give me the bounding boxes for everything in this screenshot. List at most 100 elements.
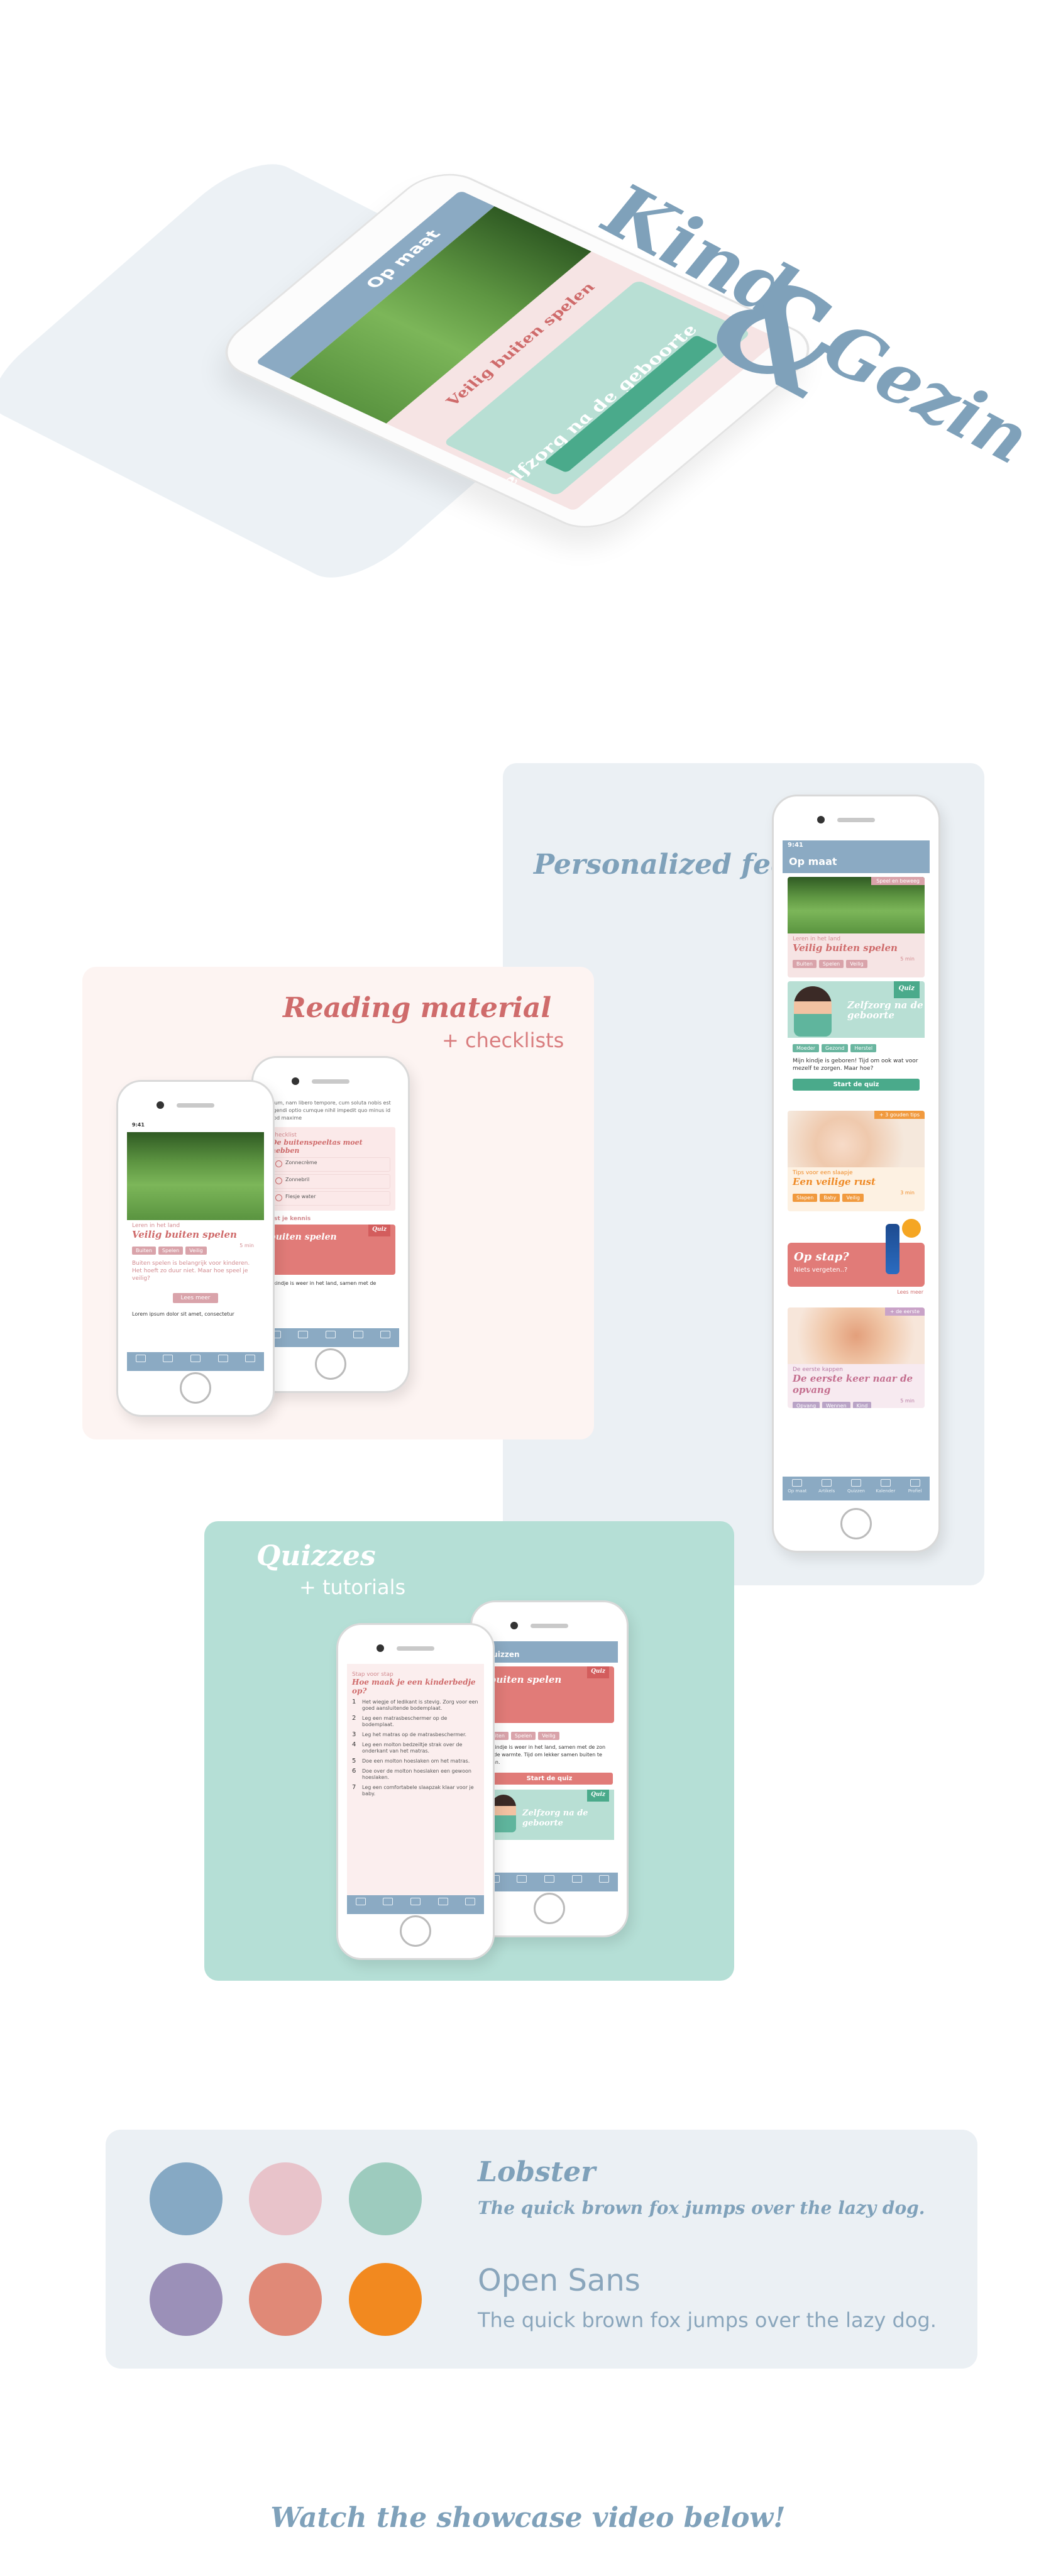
tag[interactable]: Kind [852,1402,872,1408]
start-quiz-button[interactable]: Start de quiz [486,1773,613,1785]
read-time: 5 min [900,1398,915,1404]
tab[interactable] [290,1328,317,1347]
quiz-card-selfcare[interactable]: Quiz Zelfzorg na de geboorte [485,1790,614,1840]
home-button [180,1372,211,1404]
promo-title: Op stap? [794,1250,849,1263]
card-title: Veilig buiten spelen [793,942,898,954]
tag[interactable]: Baby [820,1194,840,1202]
quiz-card-title: buiten spelen [270,1232,337,1242]
tab-profiel[interactable]: Profiel [900,1477,930,1500]
article-intro: Buiten spelen is belangrijk voor kindere… [132,1260,250,1282]
tab-quizzen[interactable]: Quizzen [842,1477,871,1500]
color-swatch-salmon [249,2263,322,2336]
read-more-button[interactable]: Lees meer [173,1293,218,1303]
tag[interactable]: Veilig [538,1732,559,1740]
status-time: 9:41 [127,1121,264,1132]
tab-op-maat[interactable]: Op maat [783,1477,812,1500]
reading-label: Reading material [283,992,552,1024]
tab[interactable] [344,1328,372,1347]
checklist-item[interactable]: Zonnecrème [271,1157,390,1172]
tab-bar: Op maat Artikels Quizzen Kalender Profie… [783,1477,930,1500]
tab[interactable] [155,1352,182,1371]
tab[interactable] [429,1895,457,1914]
quiz-card[interactable]: buiten spelen Quiz [266,1225,395,1275]
quiz-card[interactable]: buiten spelen Quiz [485,1666,614,1723]
tutorial-kicker: Stap voor stap [352,1671,393,1678]
tag[interactable]: Wennen [822,1402,850,1408]
tab[interactable] [375,1895,402,1914]
tag[interactable]: Buiten [793,960,817,968]
tag[interactable]: Slapen [793,1194,818,1202]
tab[interactable] [371,1328,399,1347]
article-title: Veilig buiten spelen [132,1229,237,1240]
feed-card-badge: Speel en beweeg [871,877,925,885]
tab-bar [347,1895,484,1914]
tag[interactable]: Gezond [822,1044,849,1052]
reading-phone-back: Ipsum, nam libero tempore, cum soluta no… [251,1056,410,1393]
tab-artikels[interactable]: Artikels [812,1477,842,1500]
orange-illustration [902,1219,921,1238]
checklist-title: De buitenspeeltas moet hebben [271,1138,363,1155]
tab[interactable] [509,1873,536,1891]
tab[interactable] [127,1352,155,1371]
checklists-label: + checklists [442,1028,564,1052]
checklist-item[interactable]: Zonnebril [271,1174,390,1189]
feed-card-sleep[interactable]: + 3 gouden tips Tips voor een slaapje Ee… [788,1111,925,1211]
card-title: Een veilige rust [793,1176,876,1187]
color-swatch-lavender [150,2263,223,2336]
footer-cta: Watch the showcase video below! [270,2502,786,2534]
tag[interactable]: Buiten [132,1247,156,1255]
feed-header: Op maat [783,852,930,873]
feed-label: Personalized feed [534,849,808,881]
card-title: De eerste keer naar de opvang [793,1373,913,1395]
read-time: 5 min [239,1243,254,1248]
tab[interactable] [402,1895,429,1914]
tab[interactable] [563,1873,591,1891]
read-more-link[interactable]: Lees meer [789,1289,923,1295]
status-time: 9:41 [783,840,930,852]
quiz-title: Zelfzorg na de geboorte [522,1808,588,1828]
read-time: 5 min [900,956,915,962]
tab[interactable] [182,1352,209,1371]
tag[interactable]: Opvang [793,1402,820,1408]
checklist-kicker: Checklist [271,1132,297,1138]
promo-subtitle: Niets vergeten..? [794,1267,848,1274]
promo-card[interactable]: Op stap? Niets vergeten..? [788,1219,925,1287]
tab[interactable] [456,1895,484,1914]
font-sample-lobster: The quick brown fox jumps over the lazy … [478,2198,925,2218]
tab[interactable] [236,1352,264,1371]
tag[interactable]: Veilig [846,960,867,968]
lorem-text: Lorem ipsum dolor sit amet, consectetur [132,1311,234,1317]
hero-quiz-button[interactable] [544,334,719,473]
tab[interactable] [347,1895,375,1914]
feed-card-quiz[interactable]: Quiz Zelfzorg na de geboorte Moeder Gezon… [788,981,925,1107]
tag[interactable]: Herstel [850,1044,877,1052]
quiz-flag: Quiz [587,1790,609,1802]
color-swatch-pink [249,2162,322,2235]
tab[interactable] [536,1873,563,1891]
checklist-item[interactable]: Flesje water [271,1191,390,1206]
tutorial-title: Hoe maak je een kinderbedje op? [352,1678,476,1695]
tag[interactable]: Veilig [842,1194,864,1202]
feed-card-daycare[interactable]: + de eerste De eerste kappen De eerste k… [788,1307,925,1408]
start-quiz-button[interactable]: Start de quiz [793,1079,920,1091]
color-swatch-orange [349,2263,422,2336]
feed-card-outdoor[interactable]: Speel en beweeg Leren in het land Veilig… [788,877,925,977]
quiz-flag: Quiz [587,1666,609,1678]
mother-illustration [794,986,832,1037]
quiz-flag: Quiz [368,1225,390,1236]
tag[interactable]: Moeder [793,1044,820,1052]
tag[interactable]: Spelen [158,1247,184,1255]
quiz-title: Zelfzorg na de geboorte [847,999,923,1021]
tab[interactable] [317,1328,344,1347]
font-name-open-sans: Open Sans [478,2263,641,2298]
tutorial-step: 4 Leg een molton bedzeiltje strak over de… [352,1741,463,1754]
tips-badge: + 3 gouden tips [874,1111,925,1119]
tag[interactable]: Spelen [818,960,844,968]
tag[interactable]: Spelen [510,1732,536,1740]
tab[interactable] [209,1352,237,1371]
tab-kalender[interactable]: Kalender [871,1477,900,1500]
tutorials-label: + tutorials [299,1575,406,1599]
tab[interactable] [590,1873,618,1891]
tag[interactable]: Veilig [185,1247,207,1255]
